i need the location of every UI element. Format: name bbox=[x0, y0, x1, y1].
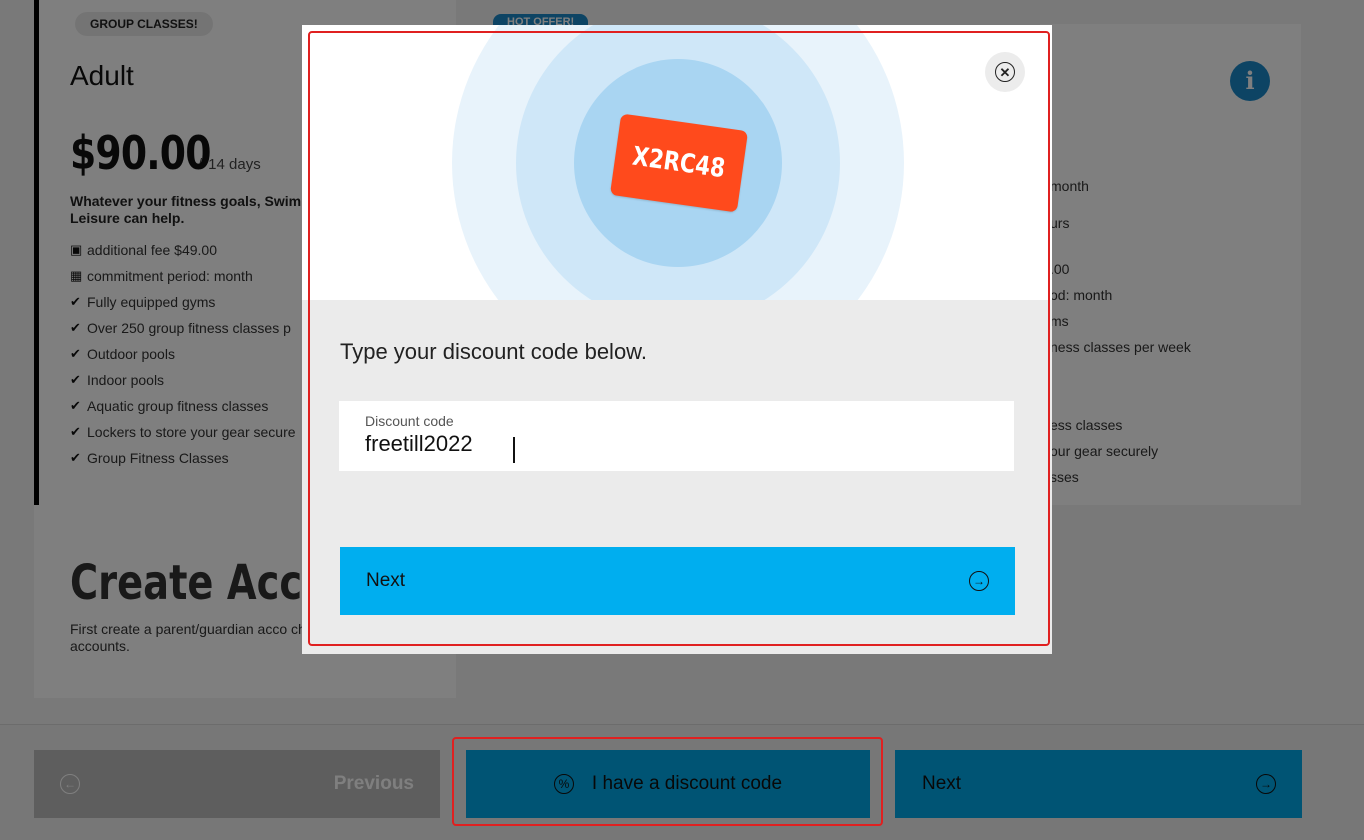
modal-highlight bbox=[308, 31, 1050, 646]
discount-button-highlight bbox=[452, 737, 883, 826]
